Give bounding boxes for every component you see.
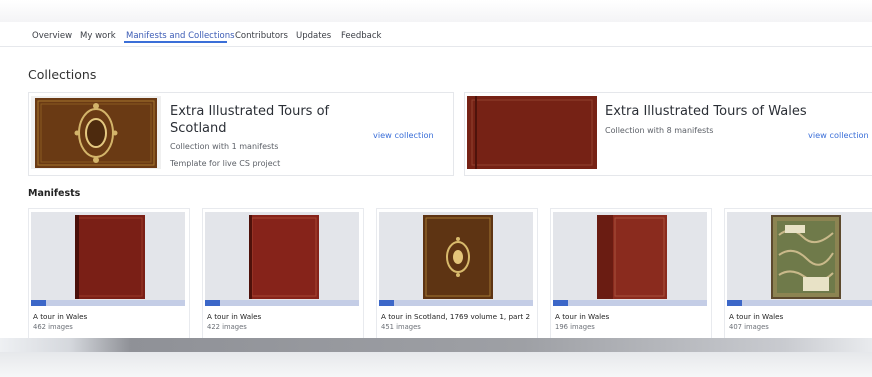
collection-title-line-2: Scotland [170,121,227,136]
progress-bar [379,300,533,306]
tab-manifests-and-collections[interactable]: Manifests and Collections [126,31,235,41]
tab-bar: Overview My work Manifests and Collectio… [0,22,872,47]
manifest-image-count: 196 images [555,323,595,331]
manifest-thumbnail [727,212,872,304]
manifest-image-count: 462 images [33,323,73,331]
top-strip [0,0,872,22]
collection-note: Template for live CS project [170,159,281,168]
book-cover-image [75,215,145,299]
progress-bar [727,300,872,306]
progress-fill [205,300,221,306]
manifest-card[interactable]: A tour in Wales 422 images [202,208,364,340]
manifest-image-count: 422 images [207,323,247,331]
manifest-card[interactable]: A tour in Wales 196 images [550,208,712,340]
manifest-card[interactable]: A tour in Wales 407 images [724,208,872,340]
manifest-title: A tour in Scotland, 1769 volume 1, part … [381,312,531,321]
manifest-card[interactable]: A tour in Scotland, 1769 volume 1, part … [376,208,538,340]
collection-manifest-count: Collection with 1 manifests [170,142,279,151]
collection-card[interactable]: Extra Illustrated Tours of Wales Collect… [464,92,872,176]
tab-feedback[interactable]: Feedback [341,31,381,41]
collection-title: Extra Illustrated Tours of Wales [605,104,807,119]
blurred-bottom-strip [0,352,872,377]
collection-title-line-1: Extra Illustrated Tours of [170,104,330,119]
manifests-heading: Manifests [28,188,81,199]
manifest-thumbnail [205,212,359,304]
manifest-image-count: 407 images [729,323,769,331]
manifest-thumbnail [31,212,185,304]
tab-my-work[interactable]: My work [80,31,116,41]
progress-fill [553,300,569,306]
tab-contributors[interactable]: Contributors [235,31,288,41]
view-collection-link[interactable]: view collection [808,130,869,140]
manifest-title: A tour in Wales [207,312,262,321]
collection-thumbnail [31,96,161,169]
tab-overview[interactable]: Overview [32,31,72,41]
manifest-title: A tour in Wales [555,312,610,321]
active-tab-indicator [124,41,227,43]
collection-thumbnail [467,96,597,169]
progress-fill [379,300,395,306]
view-collection-link[interactable]: view collection [373,130,434,140]
book-cover-image [771,215,841,299]
book-cover-image [249,215,319,299]
manifest-title: A tour in Wales [729,312,784,321]
tab-updates[interactable]: Updates [296,31,331,41]
collection-card[interactable]: Extra Illustrated Tours of Scotland Coll… [28,92,454,176]
blurred-scrollbar-strip [0,338,872,352]
manifest-title: A tour in Wales [33,312,88,321]
manifest-thumbnail [553,212,707,304]
progress-bar [205,300,359,306]
collection-manifest-count: Collection with 8 manifests [605,126,714,135]
manifest-card[interactable]: A tour in Wales 462 images [28,208,190,340]
progress-bar [553,300,707,306]
progress-bar [31,300,185,306]
book-cover-image [423,215,493,299]
progress-fill [31,300,47,306]
manifest-thumbnail [379,212,533,304]
collections-heading: Collections [28,67,97,82]
book-cover-image [597,215,667,299]
manifest-image-count: 451 images [381,323,421,331]
progress-fill [727,300,742,306]
